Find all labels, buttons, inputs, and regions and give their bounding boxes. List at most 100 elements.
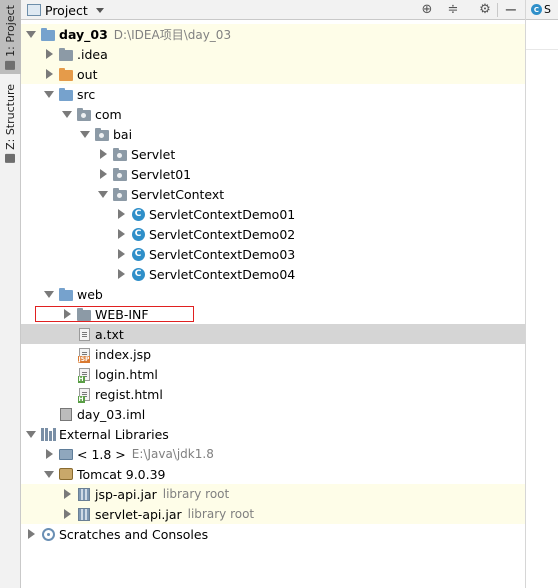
class-icon: C (131, 227, 145, 241)
tree-node-label: Tomcat 9.0.39 (77, 466, 166, 482)
project-view-selector[interactable]: Project (27, 2, 104, 18)
tree-node-regist-html[interactable]: Hregist.html (21, 384, 525, 404)
folder-blue-icon (59, 87, 73, 101)
structure-tool-tab[interactable]: Z: Structure (0, 83, 21, 163)
tomcat-icon (59, 467, 73, 481)
tree-node-servlet-api-jar[interactable]: servlet-api.jar library root (21, 504, 525, 524)
iml-file-icon (59, 407, 73, 421)
editor-tab[interactable]: C S (526, 0, 558, 20)
expand-arrow-icon[interactable] (43, 88, 55, 100)
chevron-down-icon (95, 7, 104, 13)
folder-icon (77, 307, 91, 321)
collapse-arrow-icon[interactable] (43, 48, 55, 60)
collapse-arrow-icon[interactable] (97, 168, 109, 180)
collapse-arrow-icon[interactable] (115, 208, 127, 220)
header-divider (497, 3, 498, 17)
collapse-arrow-icon[interactable] (115, 228, 127, 240)
tree-node-label: ServletContext (131, 186, 225, 202)
jsp-file-icon: JSP (77, 347, 91, 363)
collapse-arrow-icon[interactable] (61, 488, 73, 500)
tree-node-servletcontextdemo02[interactable]: C ServletContextDemo02 (21, 224, 525, 244)
tree-node-index-jsp[interactable]: JSP index.jsp (21, 344, 525, 364)
editor-content[interactable] (526, 20, 558, 50)
expand-arrow-icon[interactable] (43, 468, 55, 480)
target-icon[interactable]: ⊕ (419, 2, 435, 18)
tree-node-label: WEB-INF (95, 306, 149, 322)
tree-node-label: servlet-api.jar (95, 506, 182, 522)
tree-node-servletcontext[interactable]: ServletContext (21, 184, 525, 204)
collapse-arrow-icon[interactable] (115, 268, 127, 280)
tree-node-tomcat-9-0-39[interactable]: Tomcat 9.0.39 (21, 464, 525, 484)
expand-arrow-icon[interactable] (79, 128, 91, 140)
tree-node-label: a.txt (95, 326, 124, 342)
collapse-arrow-icon[interactable] (25, 528, 37, 540)
tool-window-strip: 1: Project Z: Structure (0, 0, 21, 588)
tree-node-label: Servlet01 (131, 166, 192, 182)
tree-node-label: out (77, 66, 98, 82)
tree-node-web-inf[interactable]: WEB-INF (21, 304, 525, 324)
collapse-arrow-icon[interactable] (115, 248, 127, 260)
tree-node-label: web (77, 286, 103, 302)
expand-arrow-icon[interactable] (25, 428, 37, 440)
tree-node-detail: library root (187, 507, 255, 521)
tree-node-label: jsp-api.jar (95, 486, 157, 502)
libraries-icon (40, 427, 56, 441)
expand-arrow-icon[interactable] (25, 28, 37, 40)
tree-node-day-03[interactable]: day_03 D:\IDEA项目\day_03 (21, 24, 525, 44)
tree-node-label: Scratches and Consoles (59, 526, 209, 542)
module-folder-icon (41, 27, 55, 41)
project-tree: day_03 D:\IDEA项目\day_03 .idea out src com bai S… (21, 20, 525, 588)
tree-node-bai[interactable]: bai (21, 124, 525, 144)
collapse-arrow-icon[interactable] (61, 508, 73, 520)
expand-arrow-icon[interactable] (61, 108, 73, 120)
project-tab-icon (5, 60, 16, 70)
tree-node-servletcontextdemo01[interactable]: C ServletContextDemo01 (21, 204, 525, 224)
jar-icon (77, 507, 91, 521)
structure-tab-icon (5, 153, 16, 163)
editor-tab-label: S (544, 3, 551, 16)
tree-node-web[interactable]: web (21, 284, 525, 304)
web-folder-icon (59, 287, 73, 301)
tree-node-1-8[interactable]: < 1.8 > E:\Java\jdk1.8 (21, 444, 525, 464)
tree-node-servletcontextdemo03[interactable]: C ServletContextDemo03 (21, 244, 525, 264)
tree-node-idea[interactable]: .idea (21, 44, 525, 64)
package-icon (113, 187, 127, 201)
project-tool-tab[interactable]: 1: Project (0, 0, 21, 74)
tree-node-label: day_03.iml (77, 406, 146, 422)
collapse-icon[interactable]: ≑ (445, 2, 461, 18)
collapse-arrow-icon[interactable] (97, 148, 109, 160)
collapse-arrow-icon[interactable] (61, 308, 73, 320)
tree-node-login-html[interactable]: Hlogin.html (21, 364, 525, 384)
folder-orange-icon (59, 67, 73, 81)
project-icon (27, 4, 41, 16)
collapse-arrow-icon[interactable] (43, 68, 55, 80)
tree-node-day-03-iml[interactable]: day_03.iml (21, 404, 525, 424)
tree-node-external-libraries[interactable]: External Libraries (21, 424, 525, 444)
tree-node-jsp-api-jar[interactable]: jsp-api.jar library root (21, 484, 525, 504)
expand-arrow-icon[interactable] (43, 288, 55, 300)
class-icon: C (131, 207, 145, 221)
tree-node-label: Servlet (131, 146, 176, 162)
jdk-icon (59, 447, 73, 461)
tree-node-scratches-and-consoles[interactable]: Scratches and Consoles (21, 524, 525, 544)
package-icon (113, 167, 127, 181)
tree-node-label: src (77, 86, 96, 102)
collapse-arrow-icon[interactable] (43, 448, 55, 460)
tree-node-out[interactable]: out (21, 64, 525, 84)
structure-tab-label: Z: Structure (4, 83, 17, 150)
tree-node-label: regist.html (95, 386, 163, 402)
tree-node-label: index.jsp (95, 346, 152, 362)
tree-node-detail: D:\IDEA项目\day_03 (113, 27, 232, 42)
tree-node-label: ServletContextDemo04 (149, 266, 296, 282)
tree-node-src[interactable]: src (21, 84, 525, 104)
tree-node-servlet[interactable]: Servlet (21, 144, 525, 164)
gear-icon[interactable]: ⚙ (477, 2, 493, 18)
tree-node-servletcontextdemo04[interactable]: C ServletContextDemo04 (21, 264, 525, 284)
tree-node-a-txt[interactable]: a.txt (21, 324, 525, 344)
class-icon: C (131, 267, 145, 281)
folder-icon (59, 47, 73, 61)
expand-arrow-icon[interactable] (97, 188, 109, 200)
tree-node-com[interactable]: com (21, 104, 525, 124)
tree-node-servlet01[interactable]: Servlet01 (21, 164, 525, 184)
hide-icon[interactable]: − (503, 2, 519, 18)
